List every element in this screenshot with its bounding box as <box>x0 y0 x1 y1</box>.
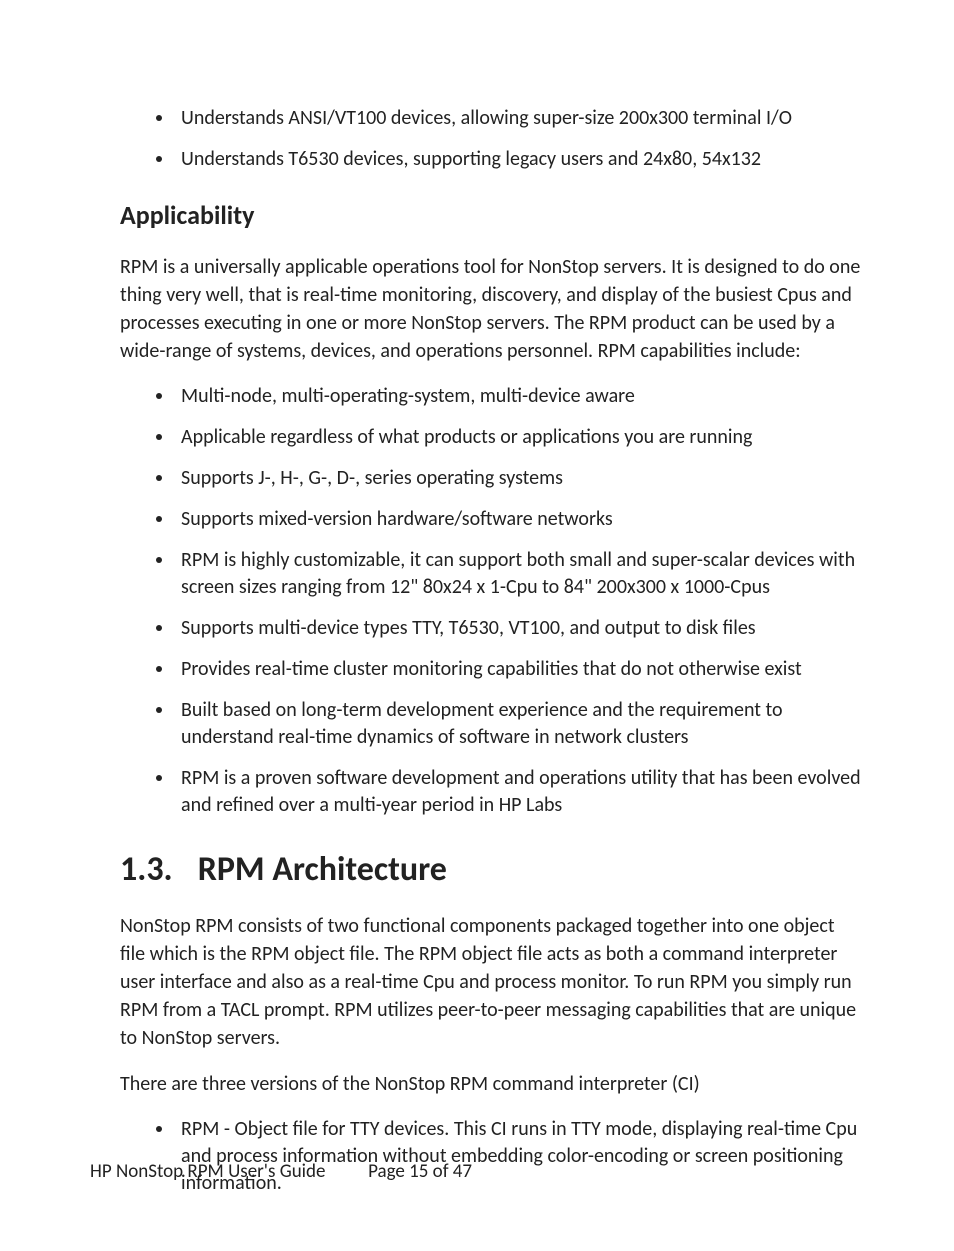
list-item: Understands T6530 devices, supporting le… <box>175 146 864 173</box>
list-item: RPM is highly customizable, it can suppo… <box>175 547 864 601</box>
top-bullet-list: Understands ANSI/VT100 devices, allowing… <box>175 105 864 173</box>
list-item: Supports mixed-version hardware/software… <box>175 506 864 533</box>
architecture-heading: 1.3. RPM Architecture <box>120 849 864 890</box>
footer-page-number: Page 15 of 47 <box>368 1160 472 1183</box>
list-item: Applicable regardless of what products o… <box>175 424 864 451</box>
document-page: Understands ANSI/VT100 devices, allowing… <box>0 0 954 1251</box>
architecture-paragraph-2: There are three versions of the NonStop … <box>120 1070 864 1098</box>
footer-doc-title: HP NonStop RPM User's Guide <box>90 1160 325 1183</box>
list-item: RPM is a proven software development and… <box>175 765 864 819</box>
list-item: RPM - Object file for TTY devices. This … <box>175 1116 864 1197</box>
architecture-paragraph-1: NonStop RPM consists of two functional c… <box>120 912 864 1052</box>
applicability-intro: RPM is a universally applicable operatio… <box>120 253 864 365</box>
list-item: Supports J-, H-, G-, D-, series operatin… <box>175 465 864 492</box>
list-item: Provides real-time cluster monitoring ca… <box>175 656 864 683</box>
applicability-bullet-list: Multi-node, multi-operating-system, mult… <box>175 383 864 819</box>
list-item: Supports multi-device types TTY, T6530, … <box>175 615 864 642</box>
applicability-heading: Applicability <box>120 199 864 231</box>
section-number: 1.3. <box>120 849 190 890</box>
architecture-bullet-list: RPM - Object file for TTY devices. This … <box>175 1116 864 1197</box>
list-item: Built based on long-term development exp… <box>175 697 864 751</box>
page-footer: HP NonStop RPM User's Guide Page 15 of 4… <box>90 1160 472 1183</box>
section-title: RPM Architecture <box>198 849 447 890</box>
list-item: Understands ANSI/VT100 devices, allowing… <box>175 105 864 132</box>
list-item: Multi-node, multi-operating-system, mult… <box>175 383 864 410</box>
